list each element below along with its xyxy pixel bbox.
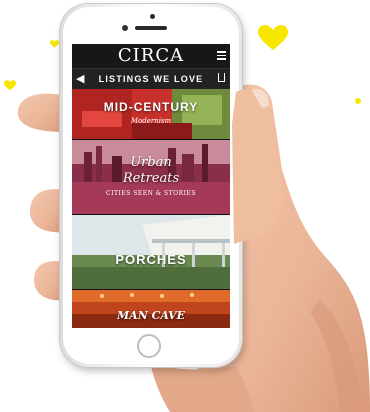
hamburger-menu-icon[interactable] — [217, 51, 226, 60]
listing-subtitle: Modernism — [130, 117, 172, 125]
earpiece-speaker — [135, 26, 167, 30]
listing-image — [72, 89, 230, 139]
heart-icon — [258, 25, 288, 50]
heart-icon — [50, 40, 59, 48]
listing-card-porches[interactable]: PORCHES — [72, 215, 230, 289]
app-screen: CIRCA ◀ LISTINGS WE LOVE MID-CENTURY Mod… — [72, 44, 230, 328]
listing-title-line1: Urban — [130, 155, 172, 170]
scene: CIRCA ◀ LISTINGS WE LOVE MID-CENTURY Mod… — [0, 0, 370, 412]
listing-card-urban-retreats[interactable]: Urban Retreats CITIES SEEN & STORIES — [72, 140, 230, 214]
listing-title: PORCHES — [115, 252, 187, 267]
home-button[interactable] — [137, 334, 161, 358]
listing-title-line2: Retreats — [122, 171, 180, 186]
listing-title: MID-CENTURY — [103, 100, 199, 114]
app-header: CIRCA — [72, 44, 230, 68]
listing-subtitle: CITIES SEEN & STORIES — [106, 190, 196, 197]
heart-icon — [4, 80, 16, 91]
app-logo[interactable]: CIRCA — [72, 46, 230, 66]
listing-title: MAN CAVE — [116, 309, 185, 322]
share-icon[interactable] — [218, 73, 225, 82]
front-camera — [150, 14, 155, 19]
decor-dot — [355, 98, 361, 104]
listing-card-mid-century[interactable]: MID-CENTURY Modernism — [72, 89, 230, 139]
section-title: LISTINGS WE LOVE — [98, 74, 204, 84]
listing-card-man-cave[interactable]: MAN CAVE — [72, 290, 230, 328]
sensor — [122, 25, 128, 31]
thumb-overlay — [232, 88, 283, 245]
section-bar: ◀ LISTINGS WE LOVE — [72, 68, 230, 89]
